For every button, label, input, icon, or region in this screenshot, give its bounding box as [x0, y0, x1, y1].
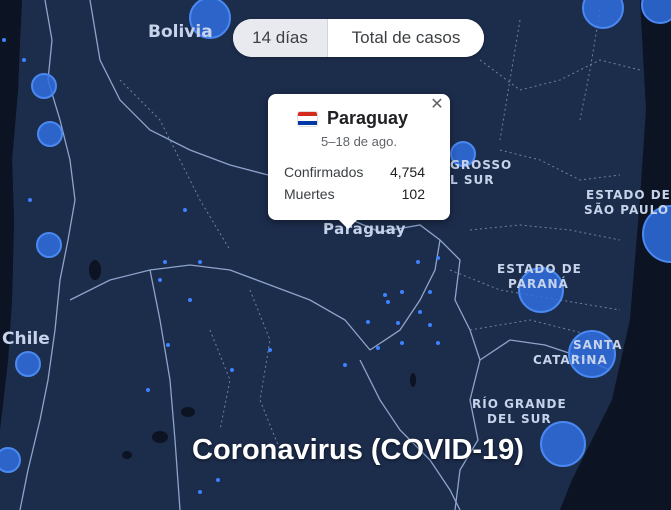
- fourteen-days-button[interactable]: 14 días: [233, 19, 328, 57]
- deaths-label: Muertes: [284, 186, 335, 202]
- map-view[interactable]: Bolivia Chile Paraguay GROSSO L SUR ESTA…: [0, 0, 671, 510]
- label-santa-catarina-2: CATARINA: [533, 353, 608, 367]
- close-icon[interactable]: ✕: [428, 96, 446, 114]
- label-paraguay: Paraguay: [323, 220, 406, 238]
- label-santa-catarina-1: SANTA: [573, 338, 623, 352]
- confirmed-row: Confirmados 4,754: [284, 164, 425, 180]
- case-marker[interactable]: [15, 351, 41, 377]
- label-sao-paulo-2: SÃO PAULO: [584, 202, 669, 217]
- popup-date-range: 5–18 de ago.: [321, 134, 397, 149]
- label-sao-paulo-1: ESTADO DE: [586, 188, 671, 202]
- popup-header: Paraguay: [298, 108, 408, 129]
- case-marker[interactable]: [37, 121, 63, 147]
- confirmed-value: 4,754: [389, 164, 425, 180]
- label-chile: Chile: [2, 329, 50, 349]
- label-bolivia: Bolivia: [148, 22, 213, 42]
- label-rio-grande-2: DEL SUR: [487, 412, 552, 426]
- label-mato-grosso-1: GROSSO: [450, 158, 512, 172]
- label-parana-1: ESTADO DE: [497, 262, 582, 276]
- total-cases-button[interactable]: Total de casos: [328, 19, 484, 57]
- label-mato-grosso-2: L SUR: [450, 173, 494, 187]
- paraguay-flag-icon: [298, 111, 317, 126]
- label-parana-2: PARANÁ: [508, 276, 569, 291]
- flag-stripe-blue: [298, 120, 317, 126]
- deaths-row: Muertes 102: [284, 186, 425, 202]
- deaths-value: 102: [401, 186, 425, 202]
- case-marker[interactable]: [36, 232, 62, 258]
- period-toggle: 14 días Total de casos: [233, 19, 484, 57]
- popup-country-name: Paraguay: [327, 108, 409, 128]
- label-rio-grande-1: RÍO GRANDE: [472, 396, 567, 411]
- confirmed-label: Confirmados: [284, 164, 364, 180]
- country-info-popup: ✕ Paraguay 5–18 de ago. Confirmados 4,75…: [268, 94, 450, 229]
- case-marker[interactable]: [31, 73, 57, 99]
- page-title: Coronavirus (COVID-19): [192, 434, 524, 466]
